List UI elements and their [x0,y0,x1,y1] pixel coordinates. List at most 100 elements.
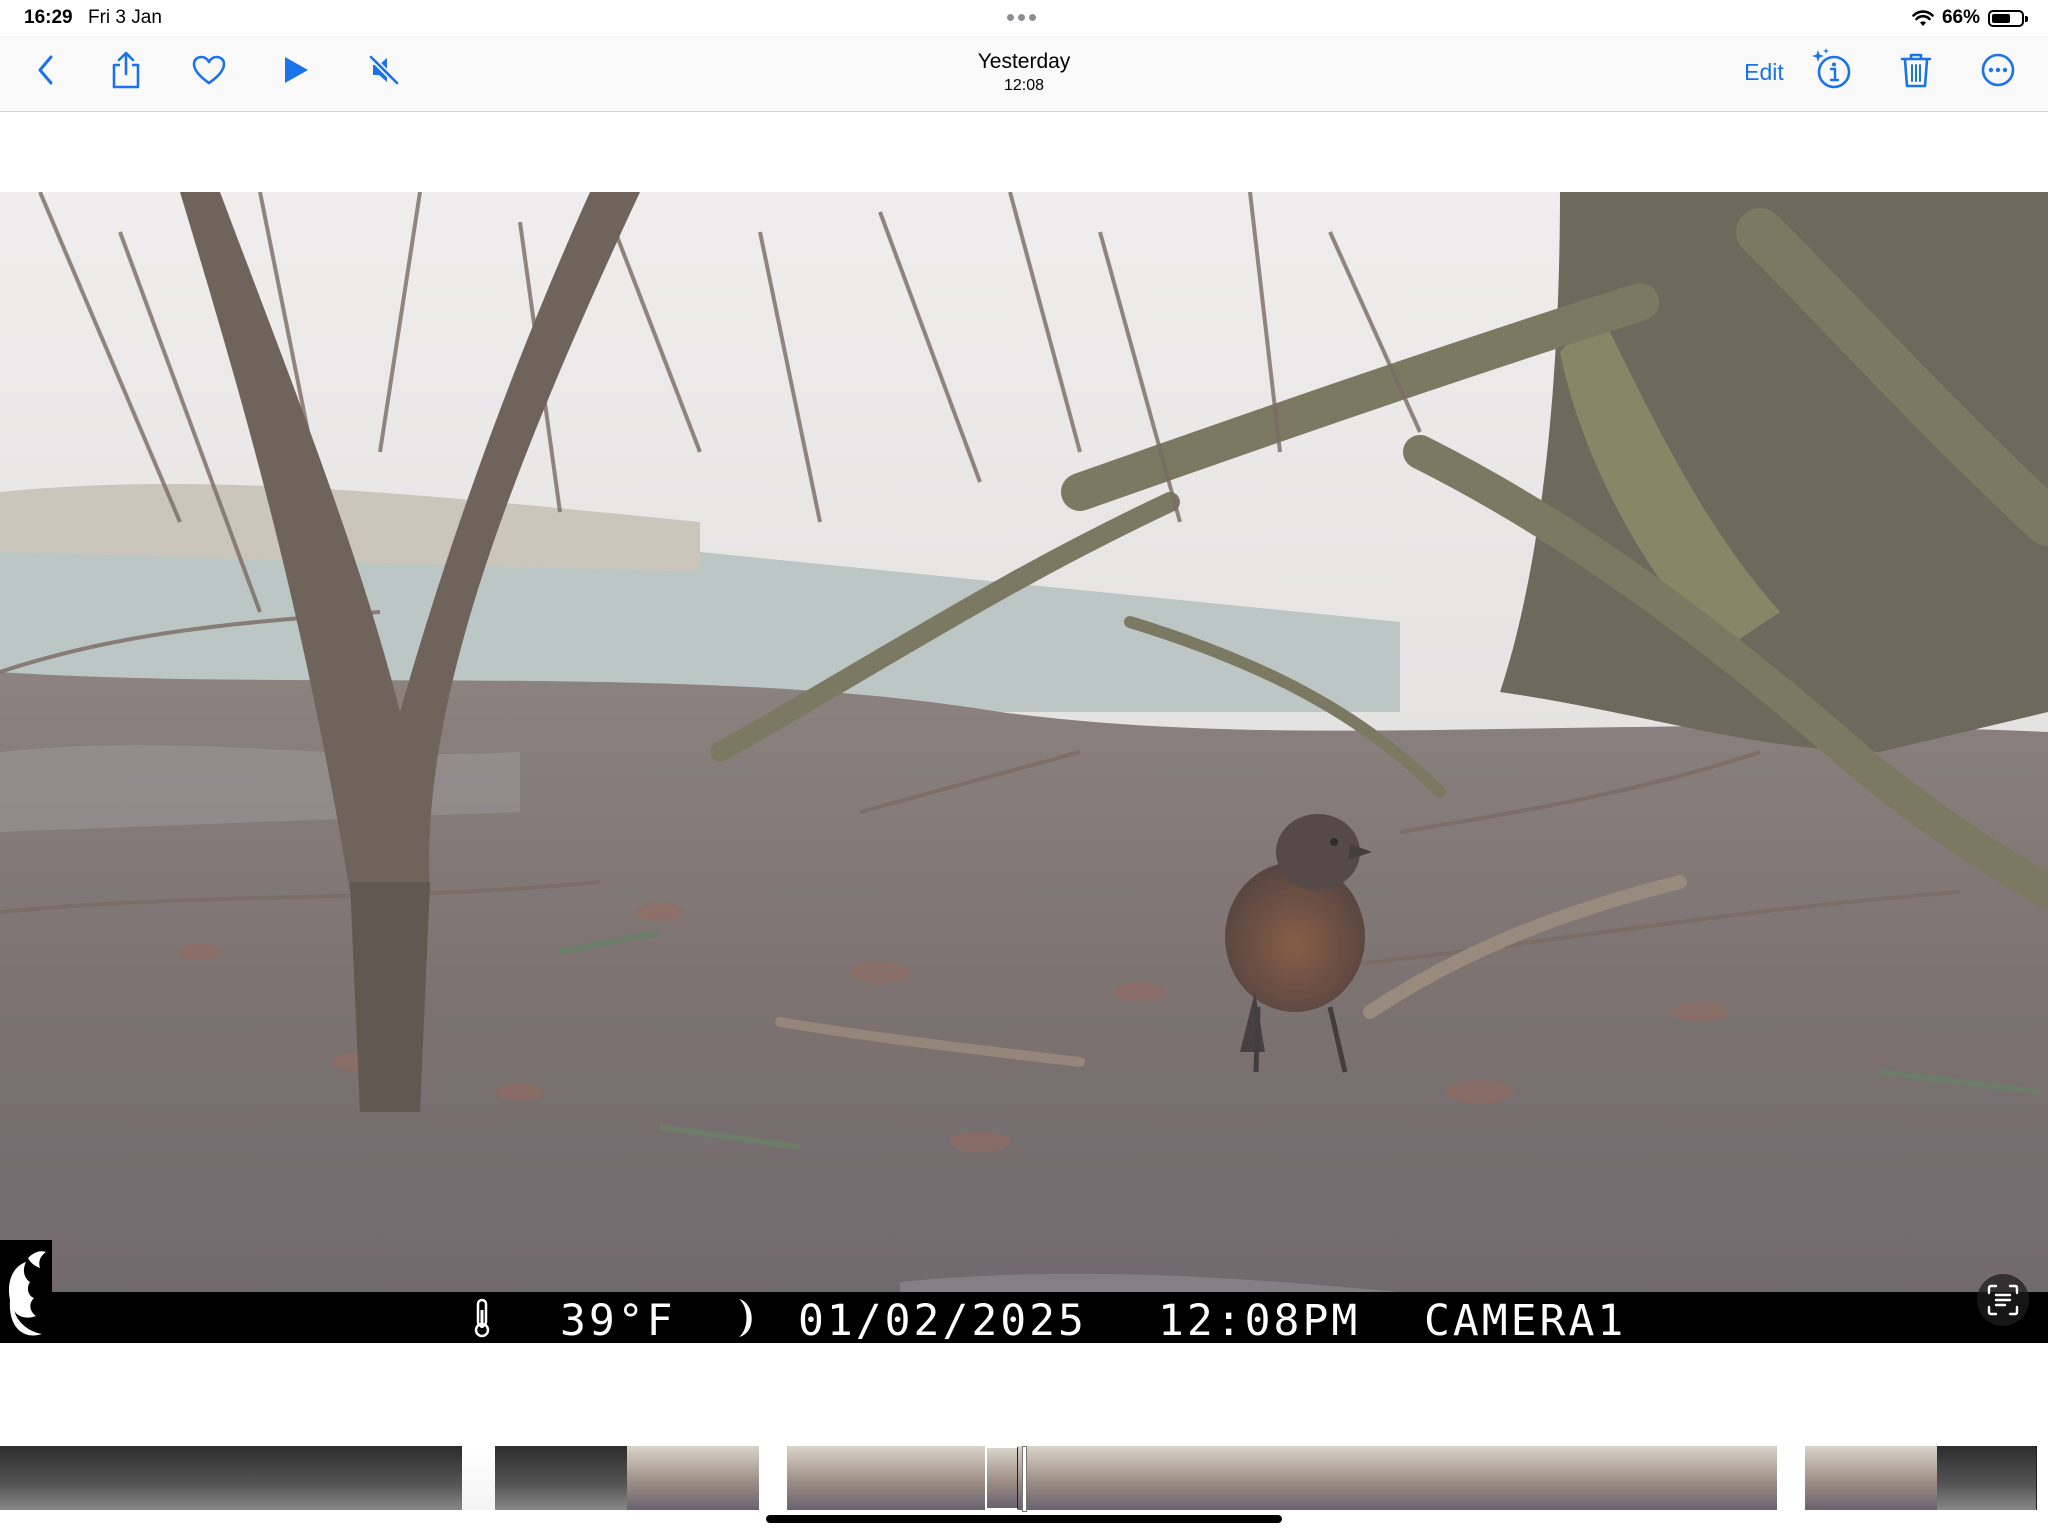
filmstrip-thumbnail[interactable] [132,1446,166,1510]
filmstrip-thumbnail[interactable] [787,1446,821,1510]
filmstrip-thumbnail[interactable] [495,1446,529,1510]
filmstrip-thumbnail[interactable] [165,1446,199,1510]
mute-button[interactable] [362,48,406,92]
filmstrip-thumbnail[interactable] [1315,1446,1349,1510]
filmstrip-thumbnail[interactable] [1805,1446,1839,1510]
filmstrip-thumbnail[interactable] [33,1446,67,1510]
capture-time: 12:08PM [1158,1296,1361,1346]
filmstrip-thumbnail[interactable] [1612,1446,1646,1510]
filmstrip-thumbnail[interactable] [1381,1446,1415,1510]
play-icon [285,57,308,83]
status-bar: 16:29 Fri 3 Jan 66% [0,0,2048,36]
wifi-icon [1912,9,1934,26]
filmstrip-thumbnail[interactable] [1051,1446,1085,1510]
speaker-muted-icon [368,54,400,86]
filmstrip-thumbnail[interactable] [1117,1446,1151,1510]
back-chevron-icon [38,55,53,85]
filmstrip-thumbnail[interactable] [1838,1446,1872,1510]
filmstrip-thumbnail [759,1446,787,1510]
filmstrip-thumbnail[interactable] [99,1446,133,1510]
filmstrip-thumbnail[interactable] [919,1446,953,1510]
camera-name: CAMERA1 [1424,1296,1627,1346]
photo-scene [0,192,2048,1343]
filmstrip-thumbnail[interactable] [1744,1446,1778,1510]
info-button[interactable] [1810,48,1854,92]
camera-info-strip: 39°F 01/02/2025 12:08PM CAMERA1 [0,1292,2048,1346]
filmstrip-thumbnail[interactable] [330,1446,364,1510]
filmstrip-thumbnail[interactable] [1970,1446,2004,1510]
share-button[interactable] [104,48,148,92]
filmstrip-thumbnail[interactable] [1937,1446,1971,1510]
filmstrip-thumbnail[interactable] [1414,1446,1448,1510]
play-button[interactable] [274,48,318,92]
moon-phase-icon [739,1299,752,1337]
filmstrip-thumbnail[interactable] [198,1446,232,1510]
filmstrip-thumbnail[interactable] [1645,1446,1679,1510]
battery-icon [1988,9,2028,27]
filmstrip-thumbnail[interactable] [627,1446,661,1510]
share-icon [112,51,140,89]
filmstrip-thumbnail[interactable] [1447,1446,1481,1510]
filmstrip-thumbnail[interactable] [1216,1446,1250,1510]
filmstrip-thumbnail[interactable] [297,1446,331,1510]
temperature-readout: 39°F [560,1296,676,1346]
filmstrip-thumbnail[interactable] [396,1446,430,1510]
filmstrip-thumbnail[interactable] [1871,1446,1905,1510]
more-button[interactable] [1976,48,2020,92]
filmstrip-thumbnail[interactable] [1579,1446,1613,1510]
capture-date: 01/02/2025 [798,1296,1087,1346]
filmstrip-thumbnail[interactable] [2003,1446,2037,1510]
trash-icon [1900,53,1932,88]
filmstrip-thumbnail[interactable] [853,1446,887,1510]
status-right-cluster: 66% [1912,6,2028,30]
visual-lookup-info-icon [1812,48,1851,89]
filmstrip-thumbnail[interactable] [1546,1446,1580,1510]
status-time: 16:29 [24,7,73,28]
multitasking-dots-icon[interactable] [1007,14,1041,22]
filmstrip-thumbnail[interactable] [264,1446,298,1510]
filmstrip-thumbnail[interactable] [561,1446,595,1510]
filmstrip-thumbnail[interactable] [1282,1446,1316,1510]
status-date: Fri 3 Jan [88,7,162,28]
filmstrip-thumbnail[interactable] [1183,1446,1217,1510]
filmstrip-thumbnail[interactable] [462,1446,496,1510]
filmstrip-thumbnail[interactable] [886,1446,920,1510]
filmstrip-thumbnail[interactable] [1678,1446,1712,1510]
filmstrip-thumbnail[interactable] [1904,1446,1938,1510]
filmstrip-thumbnail[interactable] [231,1446,265,1510]
filmstrip-thumbnail[interactable] [1711,1446,1745,1510]
favorite-button[interactable] [187,48,231,92]
photo-toolbar: Yesterday 12:08 Edit [0,36,2048,112]
filmstrip-thumbnail[interactable] [363,1446,397,1510]
filmstrip-thumbnail[interactable] [985,1446,1018,1510]
live-text-icon [1987,1284,2019,1316]
filmstrip-thumbnail[interactable] [693,1446,727,1510]
filmstrip-thumbnail[interactable] [1348,1446,1382,1510]
filmstrip-thumbnail[interactable] [952,1446,986,1510]
back-button[interactable] [24,48,68,92]
filmstrip-thumbnail[interactable] [528,1446,562,1510]
edit-button[interactable]: Edit [1728,56,1800,88]
filmstrip-thumbnail[interactable] [429,1446,463,1510]
title-label: Yesterday [977,50,1071,73]
delete-button[interactable] [1894,48,1938,92]
filmstrip-thumbnail[interactable] [66,1446,100,1510]
live-text-button[interactable] [1977,1274,2029,1326]
filmstrip-thumbnail[interactable] [660,1446,694,1510]
filmstrip-thumbnail[interactable] [1480,1446,1514,1510]
photo-date-title[interactable]: Yesterday 12:08 [874,50,1174,95]
buck-logo-icon [0,1240,52,1343]
filmstrip-thumbnail [1777,1446,1805,1510]
filmstrip-thumbnail[interactable] [1249,1446,1283,1510]
filmstrip-thumbnail[interactable] [0,1446,34,1510]
filmstrip-thumbnail[interactable] [594,1446,628,1510]
subtitle-time: 12:08 [1003,77,1045,94]
filmstrip-thumbnail[interactable] [726,1446,760,1510]
trail-camera-photo[interactable] [0,192,2048,1343]
filmstrip-thumbnail[interactable] [1084,1446,1118,1510]
filmstrip-thumbnail[interactable] [1513,1446,1547,1510]
home-indicator[interactable] [766,1515,1282,1523]
thermometer-icon [474,1298,490,1338]
filmstrip-thumbnail[interactable] [1150,1446,1184,1510]
filmstrip-thumbnail[interactable] [820,1446,854,1510]
